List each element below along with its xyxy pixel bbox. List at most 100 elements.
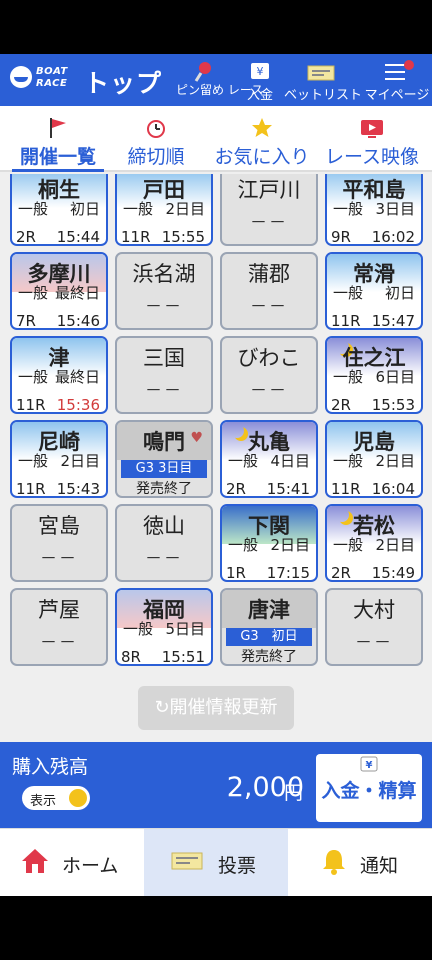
deposit-header-button[interactable]: ¥ 入金	[240, 60, 280, 104]
tab-deadline-order[interactable]: 締切順	[120, 106, 192, 172]
refresh-icon: ↻	[154, 697, 170, 718]
pinned-races-button[interactable]: ピン留め レース	[176, 60, 264, 104]
venue-card[interactable]: 戸田 一般 2日目 11R 15:55	[115, 174, 213, 246]
race-grade: 一般	[18, 200, 49, 218]
venue-card[interactable]: 平和島 一般 3日目 9R 16:02	[325, 174, 423, 246]
tab-venue-list[interactable]: 開催一覧	[12, 106, 104, 172]
deposit-settle-button[interactable]: ¥ 入金・精算	[316, 754, 422, 822]
venue-card[interactable]: 下関 一般 2日目 1R 17:15	[220, 504, 318, 582]
venue-card[interactable]: 江戸川 －－	[220, 174, 318, 246]
venue-card[interactable]: 丸亀 一般 4日目 2R 15:41	[220, 420, 318, 498]
race-number: 2R	[226, 480, 246, 498]
race-grade: 一般	[18, 368, 49, 386]
venue-name: 唐津	[248, 598, 290, 622]
venue-card[interactable]: 児島 一般 2日目 11R 16:04	[325, 420, 423, 498]
logo-text-bottom: RACE	[36, 78, 68, 89]
race-number: 8R	[121, 648, 141, 666]
svg-text:¥: ¥	[366, 760, 373, 771]
video-icon	[361, 120, 383, 138]
bottom-nav: ホーム 投票 通知	[0, 828, 432, 896]
no-race-indicator: －－	[145, 381, 183, 401]
race-number: 9R	[331, 228, 351, 246]
bell-icon	[323, 850, 345, 875]
venue-card[interactable]: 多摩川 一般 最終日 7R 15:46	[10, 252, 108, 330]
bet-list-button[interactable]: ベットリスト	[284, 60, 363, 104]
app-header: BOAT RACE トップ ピン留め レース ¥ 入金 ベットリスト マイページ	[0, 54, 432, 106]
my-page-button[interactable]: マイページ	[364, 60, 430, 104]
race-number: 2R	[331, 396, 351, 414]
nav-notifications-label: 通知	[360, 855, 399, 877]
venue-card[interactable]: 若松 一般 2日目 2R 15:49	[325, 504, 423, 582]
race-deadline-time: 15:46	[56, 312, 100, 330]
deposit-icon: ¥	[251, 63, 269, 79]
toggle-label: 表示	[30, 794, 57, 809]
no-race-indicator: －－	[355, 633, 393, 653]
venue-name: 三国	[143, 346, 185, 370]
tab-favorites[interactable]: お気に入り	[208, 106, 316, 172]
alarm-clock-icon	[147, 120, 165, 138]
race-number: 2R	[16, 228, 36, 246]
no-race-indicator: －－	[40, 549, 78, 569]
venue-card[interactable]: 桐生 一般 初日 2R 15:44	[10, 174, 108, 246]
bet-list-label: ベットリスト	[284, 88, 363, 103]
venue-card[interactable]: 鳴門 ♥ G3 3日目 発売終了	[115, 420, 213, 498]
balance-unit: 円	[284, 782, 304, 804]
nav-vote[interactable]: 投票	[144, 829, 288, 896]
nav-notifications[interactable]: 通知	[288, 829, 432, 896]
home-icon	[22, 849, 48, 873]
pinned-races-label: ピン留め レース	[176, 83, 264, 97]
refresh-label: 開催情報更新	[169, 697, 278, 718]
boat-race-logo[interactable]: BOAT RACE	[10, 64, 70, 98]
venue-card[interactable]: 大村 －－	[325, 588, 423, 666]
toggle-knob	[69, 789, 87, 807]
venue-card[interactable]: 三国 －－	[115, 336, 213, 414]
race-day: 2日目	[165, 200, 205, 218]
race-day: 2日目	[60, 452, 100, 470]
balance-visibility-toggle[interactable]: 表示	[22, 786, 90, 810]
venue-card[interactable]: 浜名湖 －－	[115, 252, 213, 330]
race-grade: 一般	[333, 200, 364, 218]
venue-name: 江戸川	[237, 178, 301, 202]
race-day: 2日目	[375, 536, 415, 554]
venue-card[interactable]: 常滑 一般 初日 11R 15:47	[325, 252, 423, 330]
boat-icon	[10, 66, 32, 88]
race-day: 5日目	[165, 620, 205, 638]
app-screen: BOAT RACE トップ ピン留め レース ¥ 入金 ベットリスト マイページ…	[0, 54, 432, 896]
no-race-indicator: －－	[250, 213, 288, 233]
venue-name: 宮島	[38, 514, 80, 538]
race-grade: 一般	[228, 452, 259, 470]
tab-favorites-label: お気に入り	[214, 146, 310, 168]
race-grade: 一般	[123, 200, 154, 218]
race-deadline-time: 15:51	[161, 648, 205, 666]
no-race-indicator: －－	[40, 633, 78, 653]
race-deadline-time: 15:53	[371, 396, 415, 414]
no-race-indicator: －－	[145, 549, 183, 569]
refresh-button[interactable]: ↻開催情報更新	[138, 686, 294, 730]
pin-icon	[194, 62, 211, 82]
race-number: 7R	[16, 312, 36, 330]
venue-card[interactable]: びわこ －－	[220, 336, 318, 414]
nav-home[interactable]: ホーム	[0, 829, 144, 896]
tab-race-video[interactable]: レース映像	[320, 106, 424, 172]
venue-card[interactable]: 津一般 最終日 11R 15:36	[10, 336, 108, 414]
venue-card[interactable]: 住之江 一般 6日目 2R 15:53	[325, 336, 423, 414]
race-deadline-time: 15:43	[56, 480, 100, 498]
venue-card[interactable]: 徳山 －－	[115, 504, 213, 582]
venue-card[interactable]: 蒲郡 －－	[220, 252, 318, 330]
race-day: 2日目	[375, 452, 415, 470]
venue-card[interactable]: 福岡 一般 5日目 8R 15:51	[115, 588, 213, 666]
balance-panel: 購入残高 表示 2,000 円 ¥ 入金・精算	[0, 742, 432, 828]
race-number: 11R	[121, 228, 151, 246]
venue-card[interactable]: 唐津 G3 初日 発売終了	[220, 588, 318, 666]
no-race-indicator: －－	[250, 381, 288, 401]
race-deadline-time: 15:41	[266, 480, 310, 498]
venue-card[interactable]: 尼崎 一般 2日目 11R 15:43	[10, 420, 108, 498]
venue-name: 浜名湖	[132, 262, 196, 286]
g3-grade-badge: G3 初日	[226, 628, 312, 646]
venue-grid: 桐生 一般 初日 2R 15:44 戸田 一般 2日目 11R 15:55 江戸川 －－ 平和島 一般 3日…	[0, 174, 432, 684]
heart-icon[interactable]: ♥	[190, 430, 203, 446]
venue-card[interactable]: 芦屋 －－	[10, 588, 108, 666]
race-grade: 一般	[333, 368, 364, 386]
venue-card[interactable]: 宮島 －－	[10, 504, 108, 582]
race-deadline-time: 15:36	[56, 396, 100, 414]
